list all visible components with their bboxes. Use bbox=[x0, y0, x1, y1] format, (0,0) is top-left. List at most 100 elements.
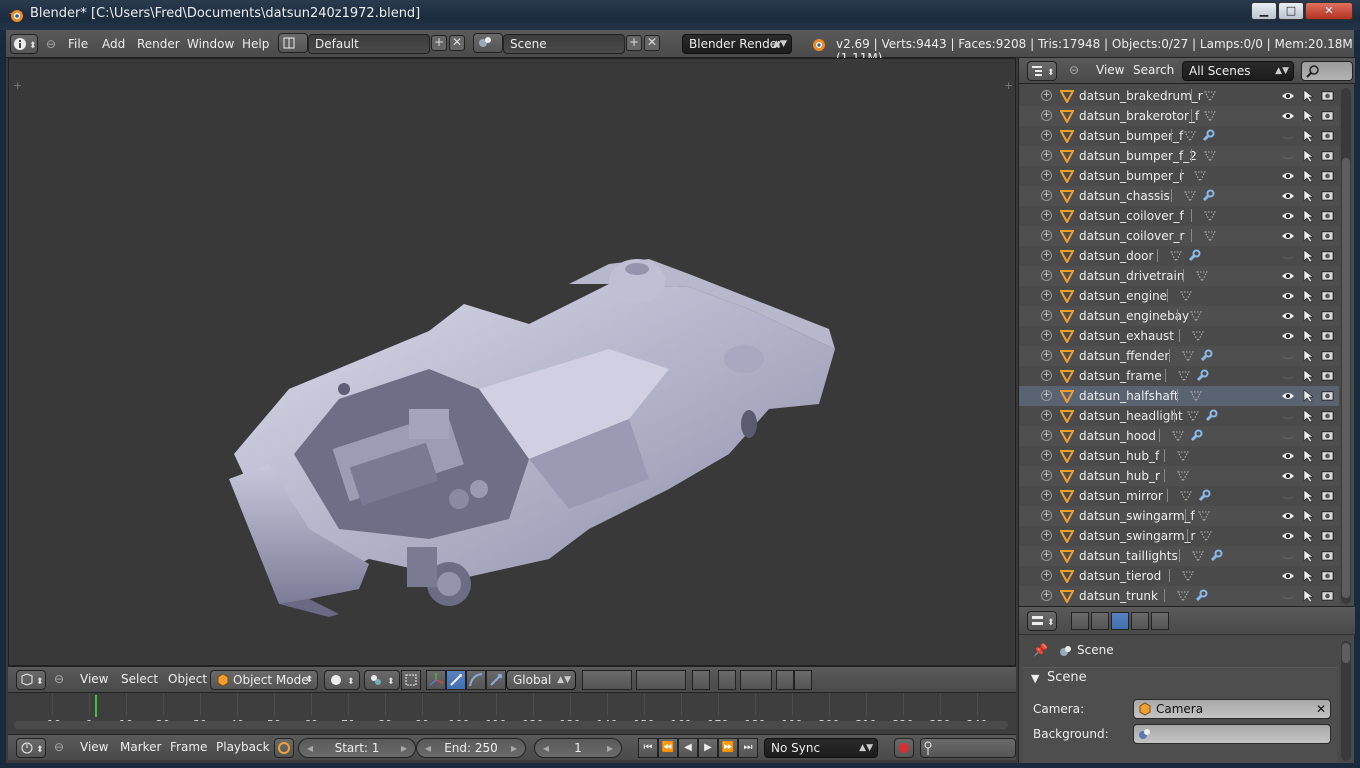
menu-render[interactable]: Render bbox=[137, 37, 180, 51]
selectable-cursor-icon[interactable] bbox=[1302, 549, 1314, 563]
editor-type-button[interactable]: ⬍ bbox=[16, 738, 46, 758]
renderable-camera-icon[interactable] bbox=[1321, 189, 1334, 202]
selectable-cursor-icon[interactable] bbox=[1302, 429, 1314, 443]
expand-toggle-icon[interactable]: + bbox=[1041, 510, 1052, 521]
visibility-eye-icon[interactable] bbox=[1281, 469, 1295, 483]
transform-orientation-dropdown[interactable]: Global ▲▼ bbox=[506, 670, 576, 690]
render-animation-icon[interactable] bbox=[794, 670, 812, 690]
outliner-item[interactable]: + datsun_taillights bbox=[1019, 546, 1339, 566]
outliner-item-name[interactable]: datsun_enginebay bbox=[1079, 309, 1189, 323]
outliner-item[interactable]: + datsun_headlight bbox=[1019, 406, 1339, 426]
outliner-item-name[interactable]: datsun_mirror bbox=[1079, 489, 1163, 503]
selectable-cursor-icon[interactable] bbox=[1302, 509, 1314, 523]
camera-field[interactable]: Camera ✕ bbox=[1133, 699, 1331, 719]
expand-toggle-icon[interactable]: + bbox=[1041, 230, 1052, 241]
visibility-eye-icon[interactable] bbox=[1281, 309, 1295, 323]
outliner-item[interactable]: + datsun_swingarm_r bbox=[1019, 526, 1339, 546]
outliner-item-name[interactable]: datsun_bumper_f bbox=[1079, 129, 1183, 143]
selectable-cursor-icon[interactable] bbox=[1302, 289, 1314, 303]
collapse-menu-icon[interactable]: ⊖ bbox=[54, 740, 64, 754]
outliner-item[interactable]: + datsun_coilover_f bbox=[1019, 206, 1339, 226]
menu-frame[interactable]: Frame bbox=[170, 740, 207, 754]
outliner-item-name[interactable]: datsun_trunk bbox=[1079, 589, 1158, 603]
arc-manipulator-icon[interactable] bbox=[466, 670, 486, 690]
expand-toggle-icon[interactable]: + bbox=[1041, 210, 1052, 221]
expand-toggle-icon[interactable]: + bbox=[1041, 110, 1052, 121]
background-field[interactable] bbox=[1133, 724, 1331, 744]
maximize-button[interactable]: □ bbox=[1278, 2, 1304, 20]
outliner-item[interactable]: + datsun_drivetrain bbox=[1019, 266, 1339, 286]
layers-row-2[interactable] bbox=[636, 670, 686, 690]
visibility-eye-icon[interactable] bbox=[1281, 109, 1295, 123]
renderable-camera-icon[interactable] bbox=[1321, 429, 1334, 442]
renderable-camera-icon[interactable] bbox=[1321, 409, 1334, 422]
renderable-camera-icon[interactable] bbox=[1321, 269, 1334, 282]
expand-toggle-icon[interactable]: + bbox=[1041, 270, 1052, 281]
outliner-item-name[interactable]: datsun_door bbox=[1079, 249, 1153, 263]
expand-toggle-icon[interactable]: + bbox=[1041, 390, 1052, 401]
play-reverse-icon[interactable]: ◀ bbox=[678, 738, 698, 758]
menu-help[interactable]: Help bbox=[242, 37, 269, 51]
menu-playback[interactable]: Playback bbox=[216, 740, 270, 754]
timeline[interactable]: -100102030405060708090100110120130140150… bbox=[8, 692, 1016, 734]
renderable-camera-icon[interactable] bbox=[1321, 129, 1334, 142]
editor-type-button[interactable]: ⬍ bbox=[10, 34, 38, 54]
3d-viewport[interactable]: + + bbox=[8, 58, 1016, 666]
outliner-item-name[interactable]: datsun_brakerotor_f bbox=[1079, 109, 1199, 123]
outliner-item-name[interactable]: datsun_coilover_f bbox=[1079, 209, 1184, 223]
outliner-item-name[interactable]: datsun_bumper_f_2 bbox=[1079, 149, 1197, 163]
screen-layout-field[interactable]: Default bbox=[308, 34, 430, 54]
expand-toggle-icon[interactable]: + bbox=[1041, 490, 1052, 501]
outliner-item[interactable]: + datsun_coilover_r bbox=[1019, 226, 1339, 246]
renderable-camera-icon[interactable] bbox=[1321, 369, 1334, 382]
renderable-camera-icon[interactable] bbox=[1321, 449, 1334, 462]
scene-browse-button[interactable] bbox=[473, 33, 503, 53]
outliner-item[interactable]: + datsun_tierod bbox=[1019, 566, 1339, 586]
snap-element-dropdown[interactable] bbox=[740, 670, 772, 690]
visibility-eye-icon[interactable] bbox=[1281, 369, 1295, 383]
increment-arrow-icon[interactable]: ▸ bbox=[401, 739, 407, 757]
preview-range-icon[interactable] bbox=[274, 738, 294, 758]
selectable-cursor-icon[interactable] bbox=[1302, 329, 1314, 343]
jump-end-icon[interactable]: ⏭ bbox=[738, 738, 758, 758]
renderable-camera-icon[interactable] bbox=[1321, 469, 1334, 482]
menu-add[interactable]: Add bbox=[102, 37, 125, 51]
lock-layers-icon[interactable] bbox=[692, 670, 710, 690]
scene-tab-icon[interactable] bbox=[1111, 612, 1129, 630]
menu-select[interactable]: Select bbox=[121, 672, 158, 686]
car-chassis-model[interactable] bbox=[9, 59, 1015, 665]
outliner-item-name[interactable]: datsun_coilover_r bbox=[1079, 229, 1184, 243]
world-tab-icon[interactable] bbox=[1131, 612, 1149, 630]
outliner-item-name[interactable]: datsun_swingarm_f bbox=[1079, 509, 1195, 523]
visibility-eye-icon[interactable] bbox=[1281, 589, 1295, 603]
expand-toggle-icon[interactable]: + bbox=[1041, 530, 1052, 541]
renderable-camera-icon[interactable] bbox=[1321, 389, 1334, 402]
outliner-item[interactable]: + datsun_brakerotor_f bbox=[1019, 106, 1339, 126]
renderable-camera-icon[interactable] bbox=[1321, 169, 1334, 182]
visibility-eye-icon[interactable] bbox=[1281, 569, 1295, 583]
editor-type-button[interactable]: ⬍ bbox=[1027, 611, 1057, 631]
selectable-cursor-icon[interactable] bbox=[1302, 569, 1314, 583]
outliner-item[interactable]: + datsun_trunk bbox=[1019, 586, 1339, 606]
outliner-item[interactable]: + datsun_mirror bbox=[1019, 486, 1339, 506]
selectable-cursor-icon[interactable] bbox=[1302, 229, 1314, 243]
renderable-camera-icon[interactable] bbox=[1321, 329, 1334, 342]
render-layers-tab-icon[interactable] bbox=[1091, 612, 1109, 630]
selectable-cursor-icon[interactable] bbox=[1302, 129, 1314, 143]
outliner-item-name[interactable]: datsun_hub_f bbox=[1079, 449, 1159, 463]
renderable-camera-icon[interactable] bbox=[1321, 549, 1334, 562]
visibility-eye-icon[interactable] bbox=[1281, 429, 1295, 443]
editor-type-button[interactable]: ⬍ bbox=[1027, 61, 1057, 81]
expand-toggle-icon[interactable]: + bbox=[1041, 430, 1052, 441]
outliner-item[interactable]: + datsun_halfshaft bbox=[1019, 386, 1339, 406]
selectable-cursor-icon[interactable] bbox=[1302, 269, 1314, 283]
outliner-item[interactable]: + datsun_ffender bbox=[1019, 346, 1339, 366]
mode-dropdown[interactable]: Object Mode ⬍ bbox=[210, 670, 318, 690]
display-mode-dropdown[interactable]: All Scenes ▲▼ bbox=[1182, 61, 1294, 81]
decrement-arrow-icon[interactable]: ◂ bbox=[425, 739, 431, 757]
selectable-cursor-icon[interactable] bbox=[1302, 89, 1314, 103]
jump-keyframe-back-icon[interactable]: ⏪ bbox=[658, 738, 678, 758]
expand-toggle-icon[interactable]: + bbox=[1041, 290, 1052, 301]
outliner-item[interactable]: + datsun_bumper_r bbox=[1019, 166, 1339, 186]
outliner-item[interactable]: + datsun_bumper_f_2 bbox=[1019, 146, 1339, 166]
